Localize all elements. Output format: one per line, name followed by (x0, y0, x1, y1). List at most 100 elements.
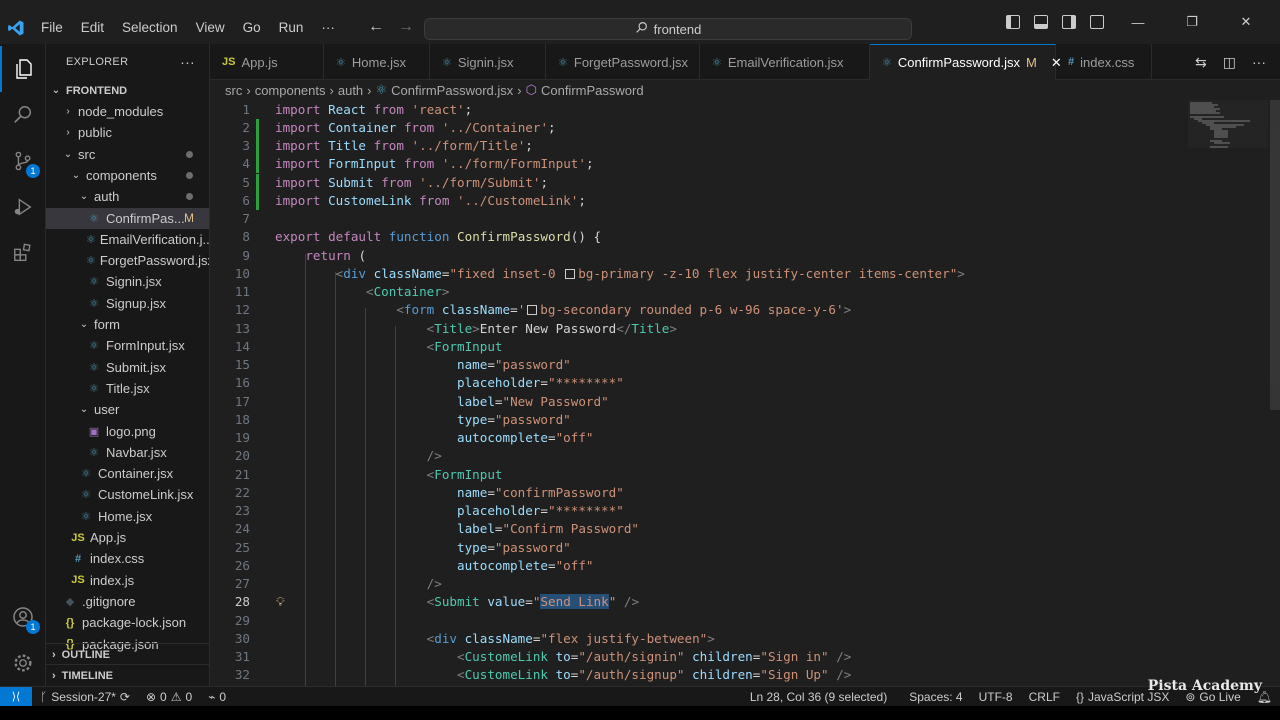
code-line[interactable]: 19 autocomplete="off" (210, 429, 1210, 447)
end-of-line[interactable]: CRLF (1021, 690, 1068, 704)
code-line[interactable]: 16 placeholder="********" (210, 374, 1210, 392)
explorer-icon[interactable] (0, 46, 46, 92)
code-line[interactable]: 17 label="New Password" (210, 393, 1210, 411)
accounts-icon[interactable]: 1 (0, 594, 46, 640)
explorer-file[interactable]: ⚛ ForgetPassword.jsx (46, 250, 209, 271)
open-changes-icon[interactable]: ⇆ (1195, 54, 1207, 71)
code-editor[interactable]: 1 import React from 'react'; 2 import Conta… (210, 100, 1280, 686)
code-line[interactable]: 27 /> (210, 575, 1210, 593)
toggle-panel-icon[interactable] (1034, 15, 1048, 29)
more-actions-icon[interactable]: ··· (1252, 54, 1266, 71)
outline-section[interactable]: › OUTLINE (46, 643, 209, 665)
branch-indicator[interactable]: ᚴ Session-27* ⟳ (32, 690, 138, 704)
toggle-secondary-sidebar-icon[interactable] (1062, 15, 1076, 29)
code-line[interactable]: 23 placeholder="********" (210, 502, 1210, 520)
code-line[interactable]: 30 <div className="flex justify-between"… (210, 630, 1210, 648)
encoding[interactable]: UTF-8 (971, 690, 1021, 704)
explorer-folder[interactable]: ⌄ src (46, 144, 209, 165)
code-line[interactable]: 2 import Container from '../Container'; (210, 118, 1210, 137)
breadcrumb-item[interactable]: ConfirmPassword.jsx (391, 83, 513, 98)
problems-indicator[interactable]: ⊗ 0 ⚠ 0 (138, 690, 200, 704)
breadcrumb-item[interactable]: auth (338, 83, 363, 98)
editor-tab[interactable]: ⚛ ConfirmPassword.jsx M ✕ (870, 44, 1062, 80)
search-icon[interactable] (0, 92, 46, 138)
editor-tab[interactable]: JS App.js (210, 44, 324, 80)
code-line[interactable]: 10 <div className="fixed inset-0 bg-prim… (210, 265, 1210, 283)
toggle-primary-sidebar-icon[interactable] (1006, 15, 1020, 29)
explorer-file[interactable]: ⚛ CustomeLink.jsx (46, 484, 209, 505)
indentation[interactable]: Spaces: 4 (895, 690, 970, 704)
timeline-section[interactable]: › TIMELINE (46, 664, 209, 686)
code-line[interactable]: 13 <Title>Enter New Password</Title> (210, 320, 1210, 338)
explorer-folder[interactable]: ⌄ user (46, 399, 209, 420)
settings-gear-icon[interactable] (0, 640, 46, 686)
explorer-file[interactable]: ◆ .gitignore (46, 591, 209, 612)
explorer-file[interactable]: ⚛ FormInput.jsx (46, 335, 209, 356)
back-arrow-icon[interactable]: ← (368, 18, 384, 36)
code-line[interactable]: 12 <form className=' bg-secondary rounded… (210, 301, 1210, 319)
code-line[interactable]: 7 (210, 210, 1210, 228)
code-line[interactable]: 6 import CustomeLink from '../CustomeLink… (210, 191, 1210, 210)
explorer-folder[interactable]: › node_modules (46, 101, 209, 122)
editor-tab[interactable]: ⚛ EmailVerification.jsx (700, 44, 870, 80)
breadcrumb-item[interactable]: ConfirmPassword (541, 83, 644, 98)
explorer-more-icon[interactable]: ··· (180, 54, 195, 70)
code-line[interactable]: 26 autocomplete="off" (210, 557, 1210, 575)
editor-tab[interactable]: ⚛ Signin.jsx (430, 44, 546, 80)
explorer-folder[interactable]: ⌄ auth (46, 186, 209, 207)
explorer-file[interactable]: ⚛ Title.jsx (46, 378, 209, 399)
close-window-icon[interactable]: ✕ (1226, 14, 1266, 30)
explorer-file[interactable]: JS App.js (46, 527, 209, 548)
explorer-file[interactable]: ⚛ ConfirmPas... M (46, 207, 209, 229)
code-line[interactable]: 14 <FormInput (210, 338, 1210, 356)
code-line[interactable]: 8 export default function ConfirmPassword… (210, 228, 1210, 246)
explorer-file[interactable]: ⚛ Signin.jsx (46, 271, 209, 292)
run-debug-icon[interactable] (0, 184, 46, 230)
forward-arrow-icon[interactable]: → (398, 18, 414, 36)
code-line[interactable]: 9 return ( (210, 247, 1210, 265)
code-line[interactable]: 32 <CustomeLink to="/auth/signup" childr… (210, 666, 1210, 684)
explorer-file[interactable]: ⚛ Signup.jsx (46, 293, 209, 314)
code-line[interactable]: 31 <CustomeLink to="/auth/signin" childr… (210, 648, 1210, 666)
explorer-folder[interactable]: ⌄ components (46, 165, 209, 186)
code-line[interactable]: 5 import Submit from '../form/Submit'; (210, 173, 1210, 192)
code-line[interactable]: 4 import FormInput from '../form/FormInpu… (210, 155, 1210, 174)
code-line[interactable]: 21 <FormInput (210, 466, 1210, 484)
code-line[interactable]: 20 /> (210, 447, 1210, 465)
explorer-folder[interactable]: ⌄ form (46, 314, 209, 335)
code-line[interactable]: 25 type="password" (210, 539, 1210, 557)
code-line[interactable]: 29 (210, 612, 1210, 630)
code-line[interactable]: 28 💡︎ <Submit value="Send Link" /> (210, 593, 1210, 611)
cursor-position[interactable]: Ln 28, Col 36 (9 selected) (742, 690, 895, 704)
explorer-folder[interactable]: › public (46, 122, 209, 143)
code-line[interactable]: 22 name="confirmPassword" (210, 484, 1210, 502)
breadcrumb-item[interactable]: components (255, 83, 326, 98)
minimize-icon[interactable]: — (1118, 15, 1158, 30)
code-line[interactable]: 3 import Title from '../form/Title'; (210, 137, 1210, 155)
code-line[interactable]: 24 label="Confirm Password" (210, 520, 1210, 538)
editor-scrollbar[interactable] (1270, 100, 1280, 410)
restore-icon[interactable]: ❐ (1172, 14, 1212, 30)
explorer-file[interactable]: ⚛ Home.jsx (46, 506, 209, 527)
extensions-icon[interactable] (0, 230, 46, 276)
ports-indicator[interactable]: ⌁ 0 (200, 690, 234, 704)
editor-tab[interactable]: ⚛ Home.jsx (324, 44, 430, 80)
code-line[interactable]: 18 type="password" (210, 411, 1210, 429)
explorer-file[interactable]: {} package-lock.json (46, 612, 209, 633)
explorer-file[interactable]: ⚛ Container.jsx (46, 463, 209, 484)
explorer-file[interactable]: ▣ logo.png (46, 421, 209, 442)
source-control-icon[interactable]: 1 (0, 138, 46, 184)
minimap[interactable] (1188, 100, 1268, 160)
command-center-search[interactable]: frontend (424, 18, 912, 40)
split-editor-icon[interactable]: ◫ (1223, 54, 1236, 71)
breadcrumb-item[interactable]: src (225, 83, 242, 98)
explorer-file[interactable]: # index.css (46, 548, 209, 569)
customize-layout-icon[interactable] (1090, 15, 1104, 29)
explorer-file[interactable]: ⚛ Navbar.jsx (46, 442, 209, 463)
code-line[interactable]: 11 <Container> (210, 283, 1210, 301)
editor-tab[interactable]: # index.css (1056, 44, 1152, 80)
code-line[interactable]: 15 name="password" (210, 356, 1210, 374)
editor-tab[interactable]: ⚛ ForgetPassword.jsx (546, 44, 700, 80)
workspace-root[interactable]: ⌄ FRONTEND (46, 80, 209, 101)
explorer-file[interactable]: JS index.js (46, 570, 209, 591)
